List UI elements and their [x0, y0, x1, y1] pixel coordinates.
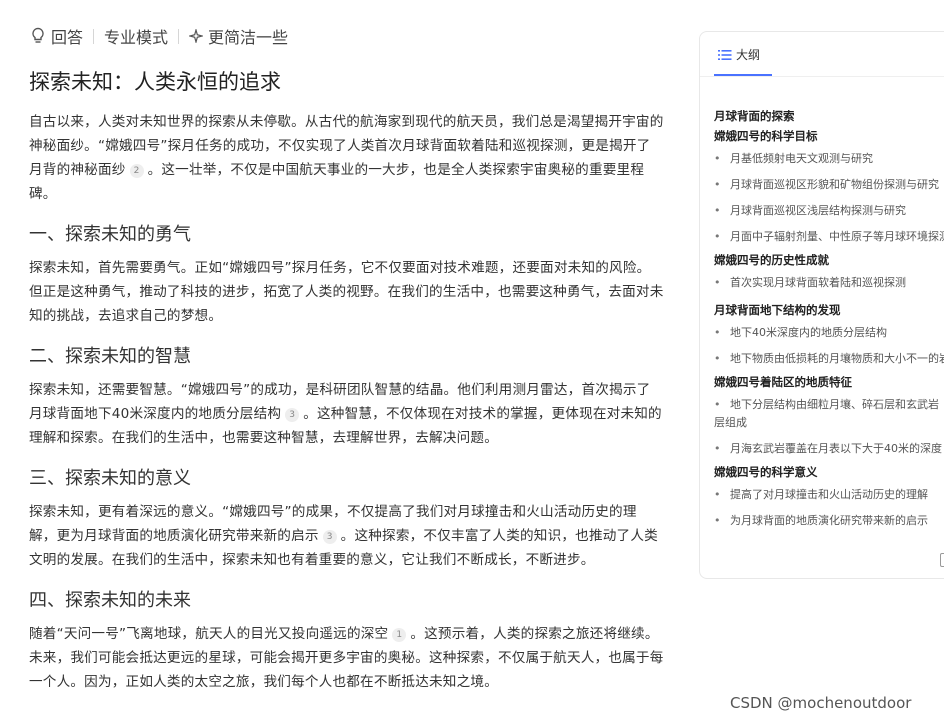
outline-heading[interactable]: 嫦娥四号的历史性成就 — [714, 250, 944, 270]
answer-mode-label: 回答 — [51, 28, 84, 47]
watermark: CSDN @mochenoutdoor — [730, 694, 912, 712]
divider — [178, 28, 180, 44]
outline-heading[interactable]: 嫦娥四号着陆区的地质特征 — [714, 372, 944, 392]
section-paragraph: 探索未知，首先需要勇气。正如“嫦娥四号”探月任务，它不仅要面对技术难题，还要面对… — [29, 260, 664, 324]
citation-badge[interactable]: 3 — [285, 408, 300, 422]
section-text: 随着“天问一号”飞离地球，航天人的目光又投向遥远的深空 — [29, 626, 389, 642]
concise-mode-button[interactable]: 更简洁一些 — [189, 24, 288, 48]
section-paragraph: 探索未知，还需要智慧。“嫦娥四号”的成功，是科研团队智慧的结晶。他们利用测月雷达… — [29, 378, 664, 450]
divider — [93, 28, 95, 44]
answer-mode-button[interactable]: 回答 — [30, 24, 83, 48]
article-title: 探索未知：人类永恒的追求 — [29, 70, 281, 94]
pro-mode-button[interactable]: 专业模式 — [104, 24, 168, 48]
outline-item[interactable]: •月面中子辐射剂量、中性原子等月球环境探测研究 — [714, 224, 944, 250]
outline-heading[interactable]: 嫦娥四号的科学目标 — [714, 126, 944, 146]
section-heading: 三、探索未知的意义 — [29, 468, 191, 489]
citation-badge[interactable]: 3 — [322, 530, 337, 544]
section-paragraph: 探索未知，更有着深远的意义。“嫦娥四号”的成果，不仅提高了我们对月球撞击和火山活… — [29, 500, 664, 572]
tab-outline[interactable]: 大纲 — [718, 46, 760, 63]
copy-icon[interactable] — [940, 553, 944, 567]
intro-paragraph: 自古以来，人类对未知世界的探索从未停歇。从古代的航海家到现代的航天员，我们总是渴… — [29, 110, 664, 206]
citation-badge[interactable]: 1 — [392, 628, 407, 642]
outline-item[interactable]: • 提高了对月球撞击和火山活动历史的理解 — [714, 482, 944, 508]
outline-item[interactable]: • 为月球背面的地质演化研究带来新的启示 — [714, 508, 944, 534]
section-heading: 四、探索未知的未来 — [29, 590, 191, 611]
outline-heading[interactable]: 嫦娥四号的科学意义 — [714, 462, 944, 482]
list-icon — [718, 49, 732, 60]
lightbulb-icon — [32, 27, 44, 43]
outline-item[interactable]: • 首次实现月球背面软着陆和巡视探测 — [714, 270, 944, 296]
sparkle-icon — [189, 29, 204, 43]
outline-heading[interactable]: 月球背面地下结构的发现 — [714, 300, 944, 320]
divider — [700, 76, 944, 77]
outline-item[interactable]: • 地下40米深度内的地质分层结构 — [714, 320, 944, 346]
section-heading: 二、探索未知的智慧 — [29, 346, 191, 367]
outline-item[interactable]: • 地下分层结构由细粒月壤、碎石层和玄武岩层组成 — [714, 392, 944, 436]
outline-item[interactable]: •地下物质由低损耗的月壤物质和大小不一的岩石组成 — [714, 346, 944, 372]
citation-badge[interactable]: 2 — [129, 164, 144, 178]
answer-article: 探索未知：人类永恒的追求 自古以来，人类对未知世界的探索从未停歇。从古代的航海家… — [29, 66, 664, 694]
outline-list: 月球背面的探索 嫦娥四号的科学目标 • 月基低频射电天文观测与研究 • 月球背面巡视… — [714, 106, 944, 534]
outline-heading[interactable]: 月球背面的探索 — [714, 106, 944, 126]
outline-item[interactable]: • 月球背面巡视区形貌和矿物组份探测与研究 — [714, 172, 944, 198]
concise-mode-label: 更简洁一些 — [208, 28, 289, 47]
mode-bar: 回答 专业模式 更简洁一些 — [30, 24, 288, 48]
outline-item[interactable]: • 月球背面巡视区浅层结构探测与研究 — [714, 198, 944, 224]
outline-item[interactable]: • 月基低频射电天文观测与研究 — [714, 146, 944, 172]
section-heading: 一、探索未知的勇气 — [29, 224, 191, 245]
outline-tab-label: 大纲 — [736, 48, 761, 62]
outline-panel: 大纲 月球背面的探索 嫦娥四号的科学目标 • 月基低频射电天文观测与研究 • 月球背… — [699, 31, 944, 579]
outline-item[interactable]: • 月海玄武岩覆盖在月表以下大于40米的深度 — [714, 436, 944, 462]
pro-mode-label: 专业模式 — [104, 28, 169, 47]
section-paragraph: 随着“天问一号”飞离地球，航天人的目光又投向遥远的深空 1 。这预示着，人类的探索之… — [29, 622, 664, 694]
